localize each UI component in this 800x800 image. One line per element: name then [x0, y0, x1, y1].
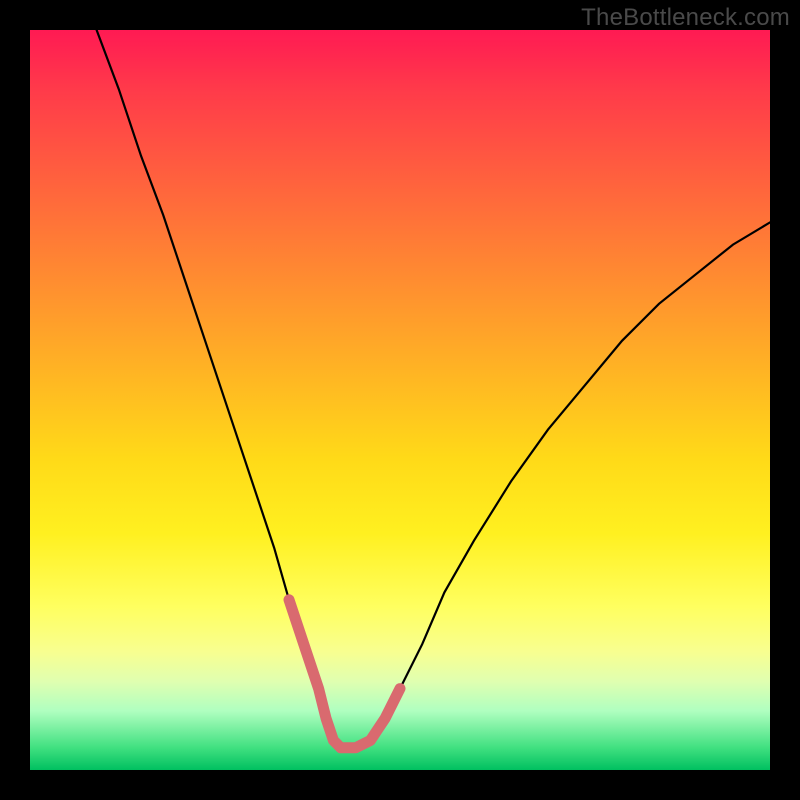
curve-svg: [30, 30, 770, 770]
chart-frame: TheBottleneck.com: [0, 0, 800, 800]
plot-area: [30, 30, 770, 770]
watermark-text: TheBottleneck.com: [581, 4, 790, 32]
main-curve: [97, 30, 770, 748]
highlight-segment: [289, 600, 400, 748]
